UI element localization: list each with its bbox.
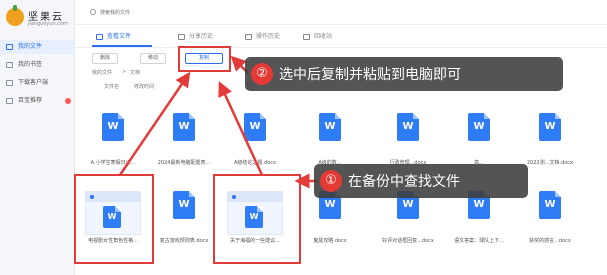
word-doc-icon: W [319,113,341,141]
word-doc-icon: W [539,113,561,141]
file-item[interactable]: W 高... [445,113,513,171]
sidebar-item-download-client[interactable]: 下载客户端 [0,76,75,90]
app-logo[interactable]: 坚果云 jianguoyun.com [6,5,76,30]
step-number: ① [320,170,342,192]
word-doc-icon: W [102,113,124,141]
file-name: 语文答案：球队上下... [454,238,504,244]
sidebar-item-label: 我的书签 [18,61,43,68]
file-item[interactable]: W 行政管理...docx [374,113,442,171]
word-doc-icon: W [173,191,195,219]
file-item[interactable]: W 获奖的感言...docx [516,191,584,249]
tab-recycle-bin[interactable]: 回收站 [303,29,332,45]
divider [75,24,607,25]
copy-button-highlight [178,46,231,72]
sidebar: 坚果云 jianguoyun.com 我的文件 我的书签 下载客户端 百宝推荐 [0,0,75,275]
callout-text: 在备份中查找文件 [348,174,460,190]
delete-button[interactable]: 删除 [92,53,118,64]
tab-label: 回收站 [314,33,333,40]
file-name: 好评对话框回复...docx [382,238,434,244]
file-name: 复古游戏规则表.docx [159,238,209,244]
step-number: ② [251,63,273,85]
word-doc-icon: W [468,113,490,141]
column-header-modified[interactable]: 修改时间 [134,83,154,90]
file-item[interactable]: W 好评对话框回复...docx [374,191,442,249]
tab-view-files[interactable]: 查看文件 [96,29,131,45]
breadcrumb-root[interactable]: 我的文件 [92,69,112,76]
file-item[interactable]: W 2024最新电脑配置表... [150,113,218,171]
file-highlight-box [213,174,301,264]
file-name: 2024最新电脑配置表... [157,160,211,166]
file-item[interactable]: W 复古游戏规则表.docx [150,191,218,249]
nut-logo-icon [6,5,24,26]
file-item[interactable]: W 鬼屋攻略.docx [296,191,364,249]
gift-icon [6,98,13,104]
breadcrumb-current[interactable]: 文档 [130,69,140,76]
file-item[interactable]: W A.小学生寒假日记... [79,113,147,171]
file-icon [96,34,103,40]
file-name: 鬼屋攻略.docx [313,238,347,244]
word-doc-icon: W [244,113,266,141]
word-doc-icon: W [173,113,195,141]
share-icon [178,34,185,40]
callout-step-1: ① 在备份中查找文件 [314,164,528,198]
sidebar-item-label: 百宝推荐 [18,97,43,104]
word-doc-icon: W [539,191,561,219]
sidebar-item-bookmarks[interactable]: 我的书签 [0,58,75,72]
tab-label: 分享历史 [189,33,214,40]
callout-text: 选中后复制并粘贴到电脑即可 [279,67,461,83]
trash-icon [303,34,310,40]
file-highlight-box [74,174,154,264]
callout-step-2: ② 选中后复制并粘贴到电脑即可 [245,57,563,91]
search-bar [90,6,180,20]
sidebar-item-label: 下载客户端 [18,79,49,86]
word-doc-icon: W [397,113,419,141]
notification-badge [65,98,71,104]
sidebar-item-recommend[interactable]: 百宝推荐 [0,94,75,108]
tab-label: 查看文件 [107,33,132,40]
tab-operation-history[interactable]: 操作历史 [245,29,280,45]
tab-share-history[interactable]: 分享历史 [178,29,213,45]
sidebar-item-label: 我的文件 [18,43,43,50]
search-input[interactable] [100,6,180,20]
column-header-name[interactable]: 文件名 [104,83,119,90]
bookmark-icon [6,62,13,68]
file-item[interactable]: W 2022测...文档.docx [516,113,584,171]
divider [75,47,607,48]
app-domain: jianguoyun.com [28,21,68,27]
file-item[interactable]: W A级的数... [296,113,364,171]
file-item[interactable]: W A级结论之题.docx [221,113,289,171]
file-item[interactable]: W 语文答案：球队上下... [445,191,513,249]
move-button[interactable]: 移动 [140,53,166,64]
tab-label: 操作历史 [256,33,281,40]
history-icon [245,34,252,40]
download-icon [6,80,13,86]
folder-icon [6,44,13,50]
breadcrumb-separator: > [122,69,127,75]
file-name: A.小学生寒假日记... [90,160,136,166]
search-icon [90,9,96,15]
sidebar-item-my-files[interactable]: 我的文件 [0,40,75,54]
file-name: 获奖的感言...docx [529,238,571,244]
file-name: A级结论之题.docx [234,160,276,166]
